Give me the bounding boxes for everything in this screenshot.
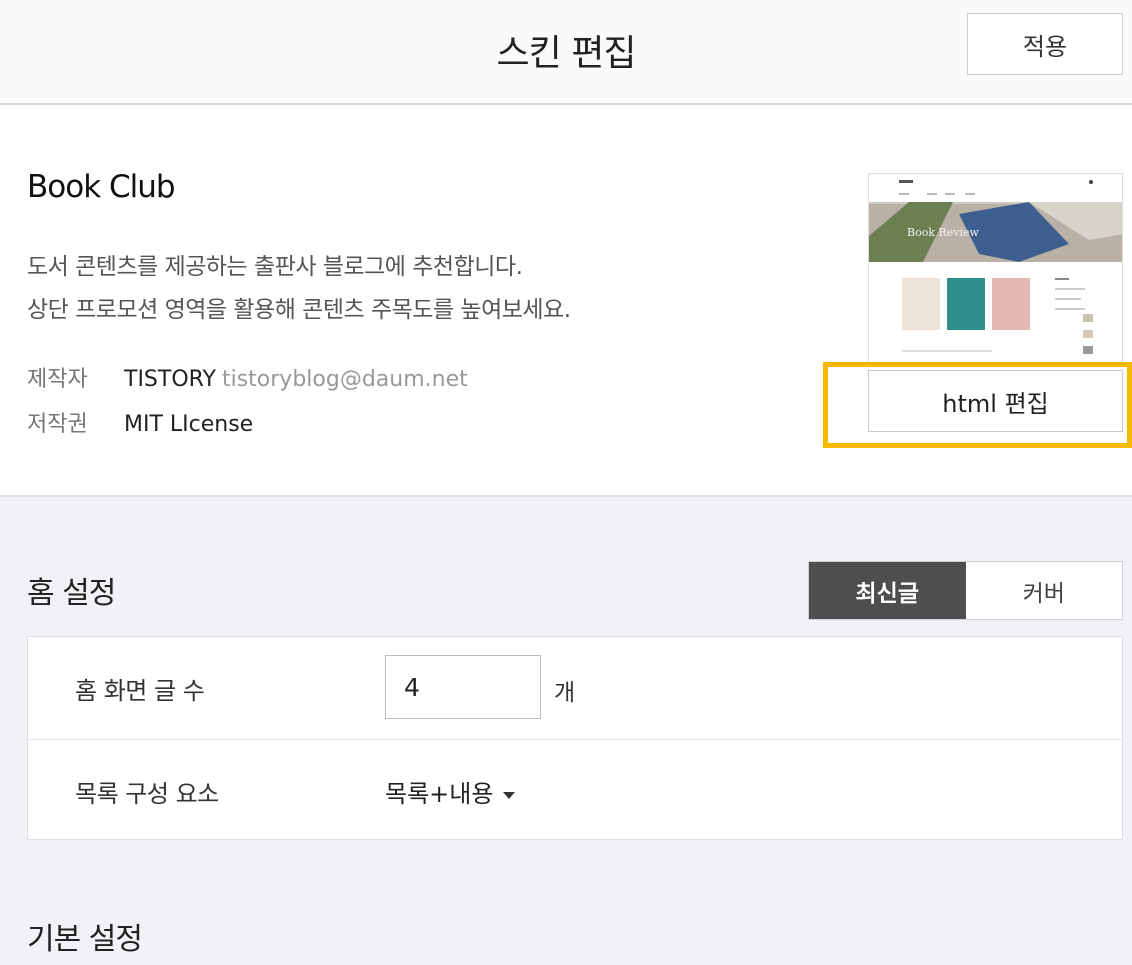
toggle-latest-posts[interactable]: 최신글: [809, 562, 966, 619]
skin-description-line-1: 도서 콘텐츠를 제공하는 출판사 블로그에 추천합니다.: [27, 254, 523, 280]
license-label: 저작권: [27, 412, 88, 437]
home-type-toggle: 최신글 커버: [808, 561, 1123, 620]
home-settings-title: 홈 설정: [27, 576, 116, 611]
apply-button[interactable]: 적용: [967, 13, 1123, 75]
skin-description: 도서 콘텐츠를 제공하는 출판사 블로그에 추천합니다. 상단 프로모션 영역을…: [27, 246, 571, 332]
skin-info-panel: Book Club 도서 콘텐츠를 제공하는 출판사 블로그에 추천합니다. 상…: [0, 105, 1132, 497]
skin-name: Book Club: [27, 169, 176, 205]
license-value: MIT LIcense: [124, 412, 254, 437]
skin-thumbnail-image: Book Review: [869, 174, 1122, 362]
post-count-row: 홈 화면 글 수 개: [28, 637, 1122, 739]
list-components-value: 목록+내용: [385, 780, 494, 808]
thumbnail-caption: Book Review: [907, 226, 980, 239]
skin-edit-page: 스킨 편집 적용 Book Club 도서 콘텐츠를 제공하는 출판사 블로그에…: [0, 0, 1132, 965]
header: 스킨 편집 적용: [0, 0, 1132, 105]
home-settings-box: 홈 화면 글 수 개 목록 구성 요소 목록+내용: [27, 636, 1123, 840]
post-count-input[interactable]: [385, 655, 541, 719]
license-row: 저작권 MIT LIcense: [27, 406, 253, 438]
author-label: 제작자: [27, 367, 88, 392]
toggle-cover[interactable]: 커버: [965, 562, 1122, 619]
skin-thumbnail: Book Review: [868, 173, 1123, 363]
page-title: 스킨 편집: [496, 33, 637, 74]
caret-down-icon: [503, 791, 516, 799]
author-name: TISTORY: [124, 367, 216, 392]
list-components-select[interactable]: 목록+내용: [385, 774, 516, 809]
post-count-unit: 개: [554, 680, 576, 706]
basic-settings-title: 기본 설정: [27, 922, 143, 957]
skin-description-line-2: 상단 프로모션 영역을 활용해 콘텐츠 주목도를 높여보세요.: [27, 297, 571, 323]
author-row: 제작자 TISTORY tistoryblog@daum.net: [27, 361, 468, 393]
list-components-row: 목록 구성 요소 목록+내용: [28, 739, 1122, 841]
author-email: tistoryblog@daum.net: [221, 367, 468, 392]
html-edit-button[interactable]: html 편집: [868, 370, 1123, 432]
list-components-label: 목록 구성 요소: [75, 780, 219, 808]
post-count-label: 홈 화면 글 수: [75, 677, 205, 705]
